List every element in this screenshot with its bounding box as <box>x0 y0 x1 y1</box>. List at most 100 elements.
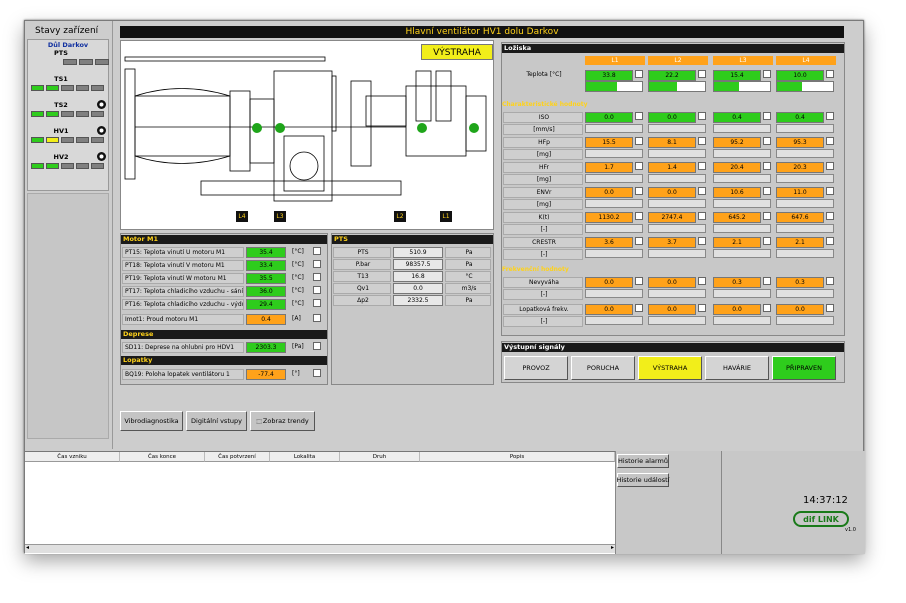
show-trends-button[interactable]: ⬚ Zobraz trendy <box>250 411 315 431</box>
freq-checkbox[interactable] <box>826 304 834 312</box>
motor-title: Motor M1 <box>121 235 327 244</box>
motor-row-value: 0.4 <box>246 314 286 325</box>
char-value: 2.1 <box>776 237 824 248</box>
char-checkbox[interactable] <box>635 137 643 145</box>
char-checkbox[interactable] <box>826 162 834 170</box>
char-checkbox[interactable] <box>698 137 706 145</box>
deprese-checkbox[interactable] <box>313 342 321 350</box>
char-checkbox[interactable] <box>763 237 771 245</box>
char-bar <box>713 149 771 158</box>
device-label-ts2[interactable]: TS2 <box>29 101 93 109</box>
char-checkbox[interactable] <box>635 112 643 120</box>
logo-version: v1.0 <box>845 527 856 533</box>
pts-row-label: Δp2 <box>333 295 391 306</box>
device-label-ts1[interactable]: TS1 <box>29 75 93 83</box>
freq-checkbox[interactable] <box>635 277 643 285</box>
motor-row-checkbox[interactable] <box>313 273 321 281</box>
char-checkbox[interactable] <box>698 237 706 245</box>
char-checkbox[interactable] <box>635 212 643 220</box>
pts-row-unit: Pa <box>445 295 491 306</box>
motor-row-checkbox[interactable] <box>313 247 321 255</box>
status-lamp <box>61 85 74 91</box>
char-value: 0.0 <box>648 187 696 198</box>
char-checkbox[interactable] <box>763 137 771 145</box>
char-checkbox[interactable] <box>698 212 706 220</box>
alarm-column-header[interactable]: Čas konce <box>120 452 205 462</box>
freq-checkbox[interactable] <box>698 304 706 312</box>
char-checkbox[interactable] <box>698 112 706 120</box>
char-checkbox[interactable] <box>635 162 643 170</box>
freq-checkbox[interactable] <box>635 304 643 312</box>
event-history-button[interactable]: Historie událostí <box>617 473 669 487</box>
status-lamp <box>79 59 93 65</box>
char-bar <box>585 224 643 233</box>
freq-checkbox[interactable] <box>826 277 834 285</box>
vibrodiagnostika-button[interactable]: Vibrodiagnostika <box>120 411 183 431</box>
char-checkbox[interactable] <box>826 237 834 245</box>
teplota-checkbox[interactable] <box>635 70 643 78</box>
deprese-title: Deprese <box>121 330 327 339</box>
motor-row-label: PT18: Teplota vinutí V motoru M1 <box>122 260 244 271</box>
alarm-column-header[interactable]: Čas vzniku <box>25 452 120 462</box>
char-checkbox[interactable] <box>698 162 706 170</box>
scroll-left-icon[interactable]: ◂ <box>26 544 29 551</box>
char-checkbox[interactable] <box>826 187 834 195</box>
status-lamp <box>46 111 59 117</box>
char-checkbox[interactable] <box>826 137 834 145</box>
char-checkbox[interactable] <box>763 162 771 170</box>
freq-checkbox[interactable] <box>763 277 771 285</box>
lopatky-value: -77.4 <box>246 369 286 380</box>
alarm-column-header[interactable]: Druh <box>340 452 420 462</box>
bearing-col-header: L2 <box>648 56 708 65</box>
horizontal-scrollbar[interactable]: ◂ ▸ <box>25 544 615 553</box>
status-lamp <box>46 137 59 143</box>
freq-bar <box>713 289 771 298</box>
device-label-pts[interactable]: PTS <box>29 49 93 57</box>
alarm-column-header[interactable]: Popis <box>420 452 615 462</box>
bearing-label-l3: L3 <box>274 211 286 222</box>
device-label-hv1[interactable]: HV1 <box>29 127 93 135</box>
alarm-column-header[interactable]: Čas potvrzení <box>205 452 270 462</box>
diflink-logo: dif LINK <box>793 511 849 527</box>
motor-row-checkbox[interactable] <box>313 314 321 322</box>
alarm-history-button[interactable]: Historie alarmů <box>617 454 669 468</box>
status-lamp <box>76 85 89 91</box>
motor-row-label: PT19: Teplota vinutí W motoru M1 <box>122 273 244 284</box>
lopatky-checkbox[interactable] <box>313 369 321 377</box>
teplota-checkbox[interactable] <box>763 70 771 78</box>
motor-row-checkbox[interactable] <box>313 286 321 294</box>
char-checkbox[interactable] <box>826 112 834 120</box>
show-trends-label: Zobraz trendy <box>262 417 309 425</box>
freq-checkbox[interactable] <box>698 277 706 285</box>
motor-row-value: 35.5 <box>246 273 286 284</box>
char-checkbox[interactable] <box>763 187 771 195</box>
status-lamp <box>61 111 74 117</box>
char-bar <box>776 174 834 183</box>
scroll-right-icon[interactable]: ▸ <box>611 544 614 551</box>
char-bar <box>585 149 643 158</box>
char-checkbox[interactable] <box>763 112 771 120</box>
digital-inputs-button[interactable]: Digitální vstupy <box>186 411 247 431</box>
pts-row-unit: Pa <box>445 259 491 270</box>
char-checkbox[interactable] <box>826 212 834 220</box>
alarm-column-header[interactable]: Lokalita <box>270 452 340 462</box>
status-lamp <box>91 111 104 117</box>
char-checkbox[interactable] <box>635 237 643 245</box>
motor-row-checkbox[interactable] <box>313 299 321 307</box>
freq-bar <box>585 289 643 298</box>
freq-checkbox[interactable] <box>763 304 771 312</box>
char-checkbox[interactable] <box>763 212 771 220</box>
char-checkbox[interactable] <box>635 187 643 195</box>
motor-row-unit: [°C] <box>292 261 304 268</box>
char-value: 647.6 <box>776 212 824 223</box>
freq-value: 0.3 <box>776 277 824 288</box>
status-lamp <box>91 163 104 169</box>
teplota-checkbox[interactable] <box>826 70 834 78</box>
device-label-hv2[interactable]: HV2 <box>29 153 93 161</box>
bearing-col-header: L3 <box>713 56 773 65</box>
char-checkbox[interactable] <box>698 187 706 195</box>
char-bar <box>648 224 706 233</box>
motor-row-checkbox[interactable] <box>313 260 321 268</box>
teplota-checkbox[interactable] <box>698 70 706 78</box>
freq-row-label: Lopatková frekv. <box>503 304 583 315</box>
